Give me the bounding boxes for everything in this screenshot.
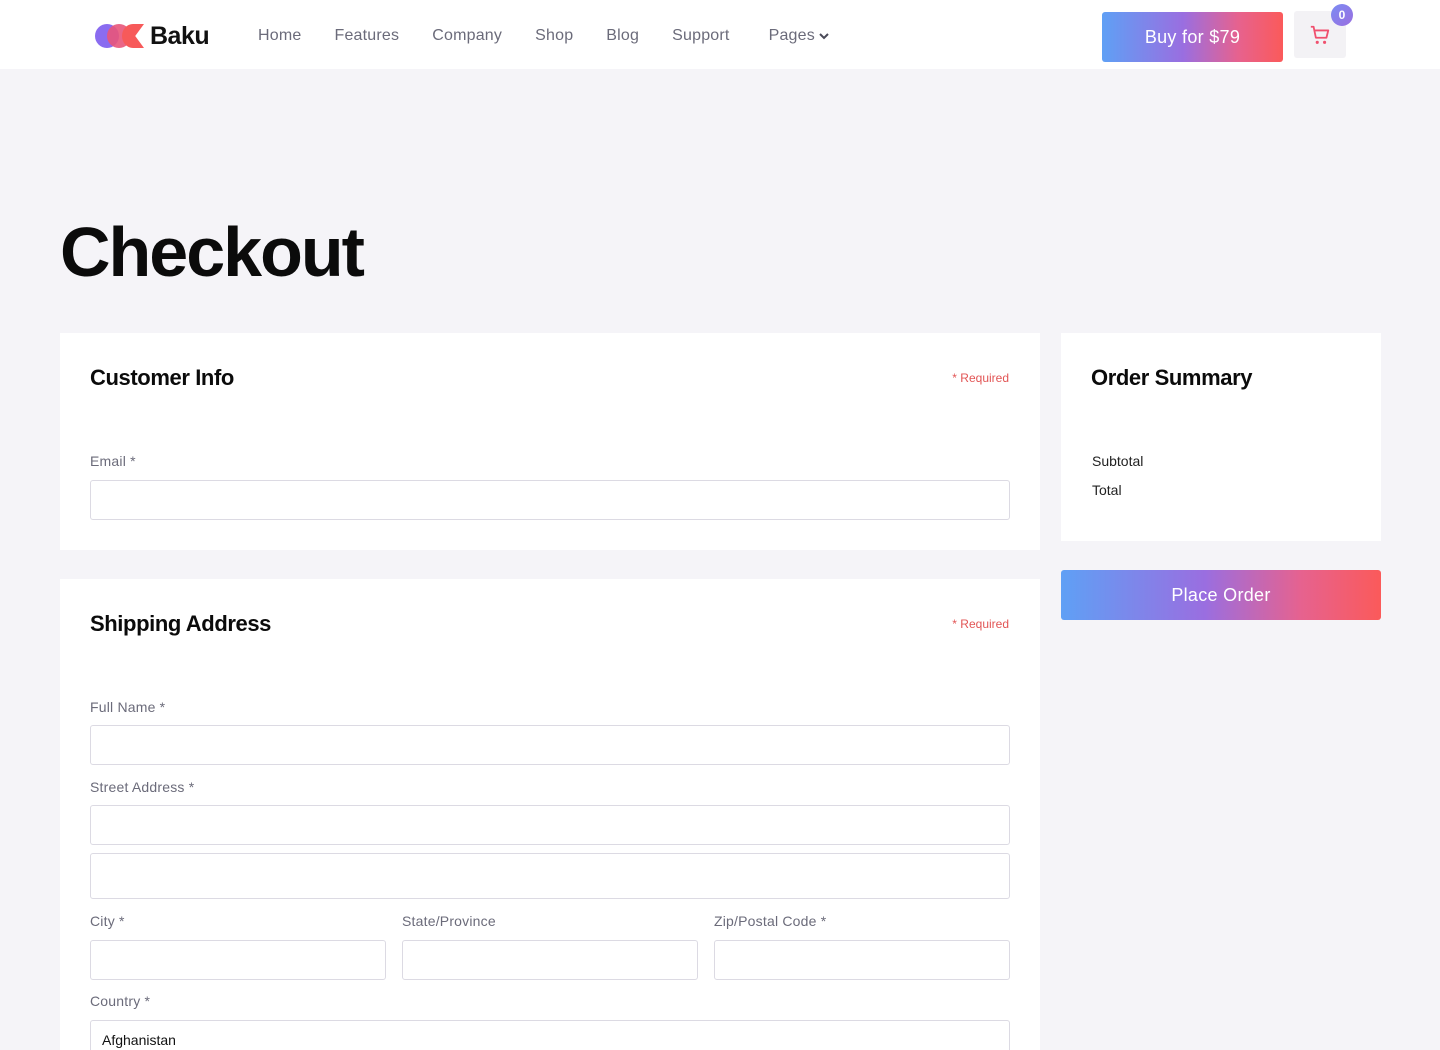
- nav-features[interactable]: Features: [334, 27, 399, 45]
- shipping-address-card: Shipping Address * Required Full Name * …: [60, 579, 1040, 1050]
- cart-count-badge: 0: [1331, 4, 1353, 26]
- street-address-line1-field[interactable]: [90, 805, 1010, 845]
- chevron-down-icon: [819, 33, 829, 40]
- brand-logo[interactable]: Baku: [95, 20, 210, 52]
- email-field[interactable]: [90, 480, 1010, 520]
- nav-blog[interactable]: Blog: [606, 27, 639, 45]
- zip-postal-field[interactable]: [714, 940, 1010, 980]
- place-order-button[interactable]: Place Order: [1061, 570, 1381, 620]
- required-note: * Required: [952, 371, 1009, 385]
- city-label: City *: [90, 913, 125, 929]
- logo-icon: [95, 23, 144, 49]
- order-summary-title: Order Summary: [1091, 365, 1253, 390]
- shipping-address-title: Shipping Address: [90, 611, 272, 636]
- nav-company[interactable]: Company: [432, 27, 502, 45]
- street-address-label: Street Address *: [90, 779, 195, 795]
- total-label: Total: [1092, 482, 1122, 498]
- state-province-field[interactable]: [402, 940, 698, 980]
- order-summary-card: Order Summary Subtotal Total: [1061, 333, 1381, 541]
- nav-pages-label: Pages: [768, 27, 815, 44]
- buy-button[interactable]: Buy for $79: [1102, 12, 1283, 62]
- nav-shop[interactable]: Shop: [535, 27, 573, 45]
- full-name-field[interactable]: [90, 725, 1010, 765]
- site-header: Baku Home Features Company Shop Blog Sup…: [0, 0, 1440, 69]
- nav-pages-dropdown[interactable]: Pages: [769, 27, 830, 45]
- zip-postal-label: Zip/Postal Code *: [714, 913, 827, 929]
- subtotal-label: Subtotal: [1092, 453, 1144, 469]
- full-name-label: Full Name *: [90, 699, 166, 715]
- nav-home[interactable]: Home: [258, 27, 301, 45]
- country-select[interactable]: Afghanistan: [90, 1020, 1010, 1050]
- email-label: Email *: [90, 453, 136, 469]
- state-province-label: State/Province: [402, 913, 496, 929]
- city-field[interactable]: [90, 940, 386, 980]
- customer-info-card: Customer Info * Required Email *: [60, 333, 1040, 550]
- nav-support[interactable]: Support: [672, 27, 729, 45]
- customer-info-title: Customer Info: [90, 365, 234, 390]
- page-title: Checkout: [60, 213, 365, 291]
- street-address-line2-field[interactable]: [90, 853, 1010, 899]
- required-note: * Required: [952, 617, 1009, 631]
- country-label: Country *: [90, 993, 151, 1009]
- cart-icon: [1310, 25, 1330, 44]
- main-nav: Home Features Company Shop Blog Support …: [258, 27, 863, 45]
- brand-name: Baku: [150, 21, 210, 50]
